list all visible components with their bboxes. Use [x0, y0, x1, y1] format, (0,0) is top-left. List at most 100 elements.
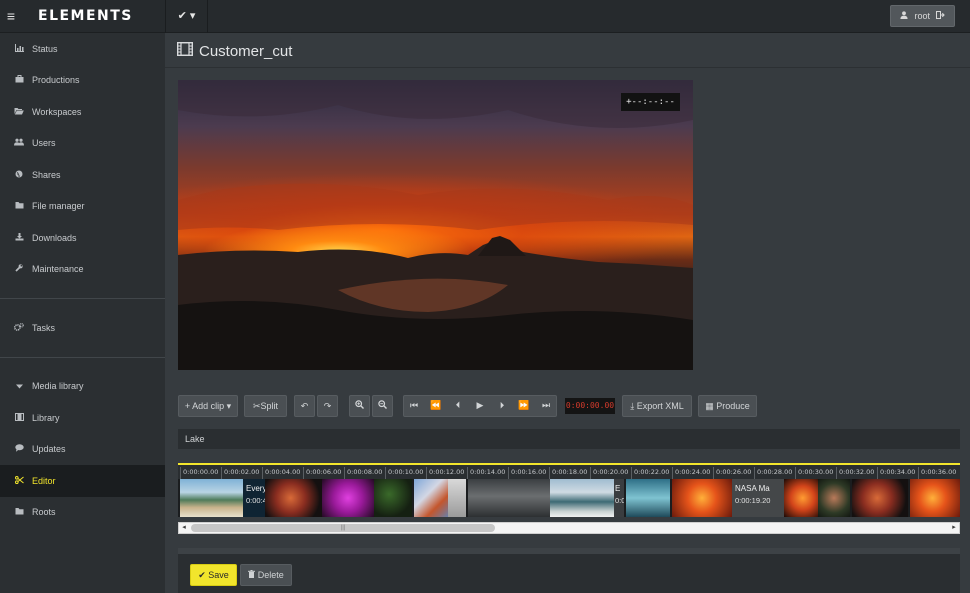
- timeline-clip[interactable]: [448, 479, 466, 517]
- timeline-clip[interactable]: [374, 479, 412, 517]
- go-to-start-button[interactable]: ⏮: [403, 395, 425, 417]
- redo-button[interactable]: ↷: [317, 395, 338, 417]
- app-logo[interactable]: ELEMENTS: [38, 8, 133, 24]
- sidebar-item-productions[interactable]: Productions: [0, 65, 165, 97]
- page-title-text: Customer_cut: [199, 42, 293, 60]
- sidebar-item-downloads[interactable]: Downloads: [0, 222, 165, 254]
- timeline-clip[interactable]: [672, 479, 732, 517]
- chart-icon: [12, 43, 26, 54]
- sidebar-item-tasks[interactable]: Tasks: [0, 312, 165, 344]
- film-icon: [176, 41, 194, 60]
- skip-start-icon: ⏮: [409, 400, 419, 410]
- sidebar-item-updates[interactable]: Updates: [0, 434, 165, 466]
- user-name: root: [914, 11, 930, 21]
- divider: [165, 67, 970, 68]
- sidebar-item-library[interactable]: Library: [0, 402, 165, 434]
- trash-icon: [248, 570, 258, 580]
- sidebar-item-workspaces[interactable]: Workspaces: [0, 96, 165, 128]
- go-to-end-button[interactable]: ⏭: [535, 395, 557, 417]
- rewind-icon: ⏪: [430, 400, 442, 410]
- sidebar-item-label: Updates: [32, 444, 66, 455]
- sidebar-item-editor[interactable]: Editor: [0, 465, 165, 497]
- globe-icon: [12, 170, 26, 180]
- split-button[interactable]: ✂Split: [244, 395, 287, 417]
- timeline[interactable]: 0:00:00.00 0:00:02.00 0:00:04.00 0:00:06…: [178, 463, 960, 517]
- clip-duration: 0:0: [615, 496, 624, 505]
- redo-icon: ↷: [323, 401, 332, 411]
- export-xml-button[interactable]: ⤓ Export XML: [622, 395, 692, 417]
- caret-down-icon: [12, 381, 26, 391]
- sidebar-item-roots[interactable]: Roots: [0, 497, 165, 529]
- add-clip-button[interactable]: + Add clip ▾: [178, 395, 238, 417]
- fast-forward-button[interactable]: ⏩: [513, 395, 535, 417]
- sidebar-item-label: Workspaces: [32, 106, 82, 117]
- skip-end-icon: ⏭: [541, 400, 551, 410]
- track-name[interactable]: Lake: [178, 429, 960, 449]
- zoom-in-button[interactable]: [349, 395, 370, 417]
- sidebar-item-label: Tasks: [32, 322, 56, 333]
- timeline-clip[interactable]: [818, 479, 850, 517]
- sidebar-item-shares[interactable]: Shares: [0, 159, 165, 191]
- save-label: Save: [208, 570, 229, 580]
- scroll-left-icon[interactable]: ◂: [179, 523, 189, 533]
- timeline-clip[interactable]: [784, 479, 818, 517]
- timeline-clip[interactable]: NASA Ma 0:00:19.20: [732, 479, 784, 517]
- rewind-button[interactable]: ⏪: [425, 395, 447, 417]
- save-button[interactable]: ✔ Save: [190, 564, 237, 586]
- divider: [0, 356, 165, 358]
- sidebar-item-label: File manager: [32, 201, 85, 212]
- clip-label: E 0:0: [615, 483, 624, 507]
- sidebar-item-label: Shares: [32, 169, 61, 180]
- undo-button[interactable]: ↶: [294, 395, 315, 417]
- play-button[interactable]: ▶: [469, 395, 491, 417]
- timeline-clip[interactable]: [550, 479, 614, 517]
- menu-toggle-icon[interactable]: ≡: [0, 0, 22, 33]
- time-tick: 0:00:12.00: [426, 467, 464, 479]
- step-back-icon: ⏴: [455, 400, 461, 410]
- sidebar-item-status[interactable]: Status: [0, 33, 165, 65]
- sidebar-item-file-manager[interactable]: File manager: [0, 191, 165, 223]
- sidebar-item-maintenance[interactable]: Maintenance: [0, 254, 165, 286]
- timeline-clip[interactable]: [265, 479, 322, 517]
- timeline-clip[interactable]: [180, 479, 243, 517]
- timeline-clip[interactable]: [322, 479, 374, 517]
- produce-button[interactable]: ▦ Produce: [698, 395, 757, 417]
- clip-duration: 0:00:4: [246, 496, 265, 505]
- export-xml-label: Export XML: [636, 401, 684, 411]
- sidebar-item-users[interactable]: Users: [0, 128, 165, 160]
- video-preview[interactable]: +--:--:--: [178, 80, 693, 370]
- delete-button[interactable]: Delete: [240, 564, 292, 586]
- undo-icon: ↶: [300, 401, 309, 411]
- user-menu-button[interactable]: root: [890, 5, 955, 27]
- timeline-clip[interactable]: [414, 479, 448, 517]
- scroll-right-icon[interactable]: ▸: [949, 523, 959, 533]
- timeline-clip[interactable]: Every 0:00:4: [243, 479, 265, 517]
- video-track[interactable]: Every 0:00:4 E 0:0 NASA Ma: [178, 479, 960, 517]
- zoom-out-button[interactable]: [372, 395, 393, 417]
- time-tick: 0:00:16.00: [508, 467, 546, 479]
- sidebar-item-label: Editor: [32, 475, 56, 486]
- editor-panel: Customer_cut +--:--:-- + Add clip ▾ ✂Spl…: [165, 33, 970, 593]
- step-forward-button[interactable]: ⏵: [491, 395, 513, 417]
- timeline-clip[interactable]: E 0:0: [614, 479, 624, 517]
- sidebar-item-media-library[interactable]: Media library: [0, 371, 165, 403]
- scrollbar-thumb[interactable]: |||: [191, 524, 495, 532]
- timeline-clip[interactable]: [910, 479, 960, 517]
- time-ruler: 0:00:00.00 0:00:02.00 0:00:04.00 0:00:06…: [178, 465, 960, 479]
- timeline-clip[interactable]: [852, 479, 908, 517]
- step-back-button[interactable]: ⏴: [447, 395, 469, 417]
- timeline-clip[interactable]: [626, 479, 670, 517]
- clip-label: Every 0:00:4: [246, 483, 265, 507]
- check-dropdown-button[interactable]: ✔ ▾: [166, 0, 208, 33]
- time-tick: 0:00:06.00: [303, 467, 341, 479]
- sidebar-item-label: Productions: [32, 75, 80, 86]
- time-tick: 0:00:24.00: [672, 467, 710, 479]
- clip-title: Every: [246, 484, 265, 493]
- logout-icon[interactable]: [936, 6, 945, 26]
- comment-icon: [12, 444, 26, 454]
- timeline-clip[interactable]: [468, 479, 550, 517]
- timeline-scrollbar[interactable]: ◂ ||| ▸: [178, 522, 960, 534]
- time-tick: 0:00:04.00: [262, 467, 300, 479]
- sidebar-item-label: Roots: [32, 507, 56, 518]
- user-icon: [900, 6, 909, 26]
